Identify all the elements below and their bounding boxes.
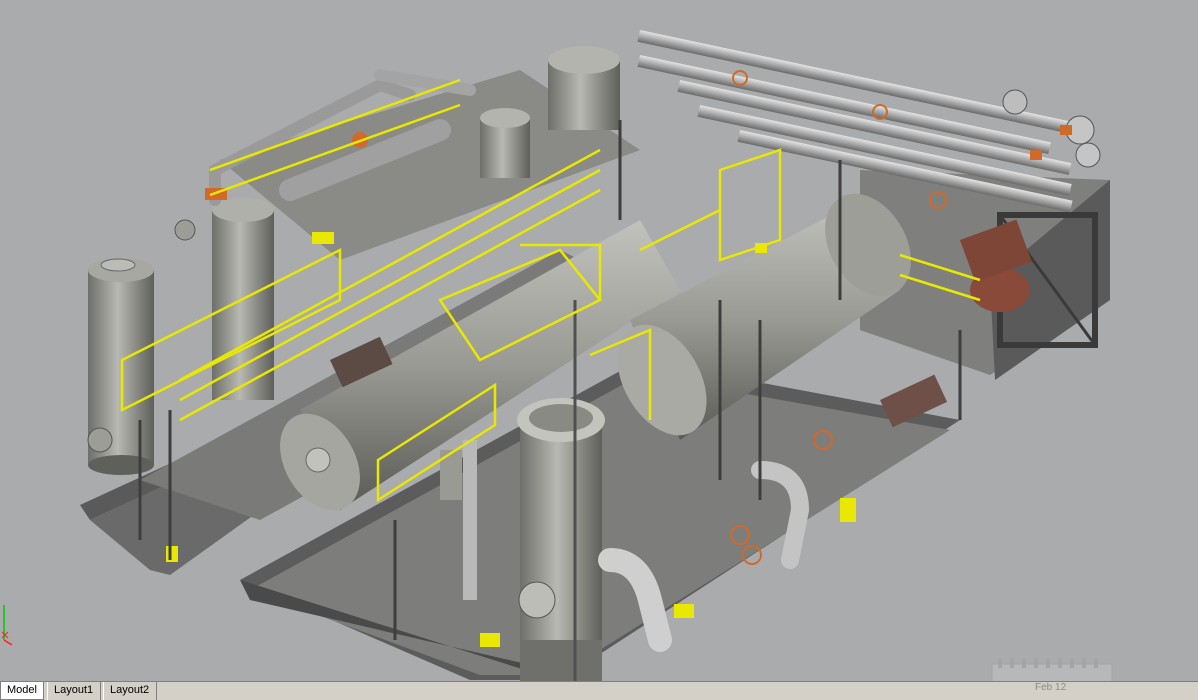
- vertical-vessel-2[interactable]: [174, 198, 274, 400]
- tab-layout1[interactable]: Layout1: [47, 682, 101, 700]
- layout-tab-bar: Model Layout1 Layout2: [0, 681, 1198, 700]
- tab-layout2[interactable]: Layout2: [103, 682, 157, 700]
- tab-model[interactable]: Model: [0, 682, 44, 700]
- ucs-axis-icon: [1, 605, 13, 646]
- model-viewport[interactable]: [0, 0, 1198, 681]
- watermark-date: Feb 12: [1035, 682, 1067, 693]
